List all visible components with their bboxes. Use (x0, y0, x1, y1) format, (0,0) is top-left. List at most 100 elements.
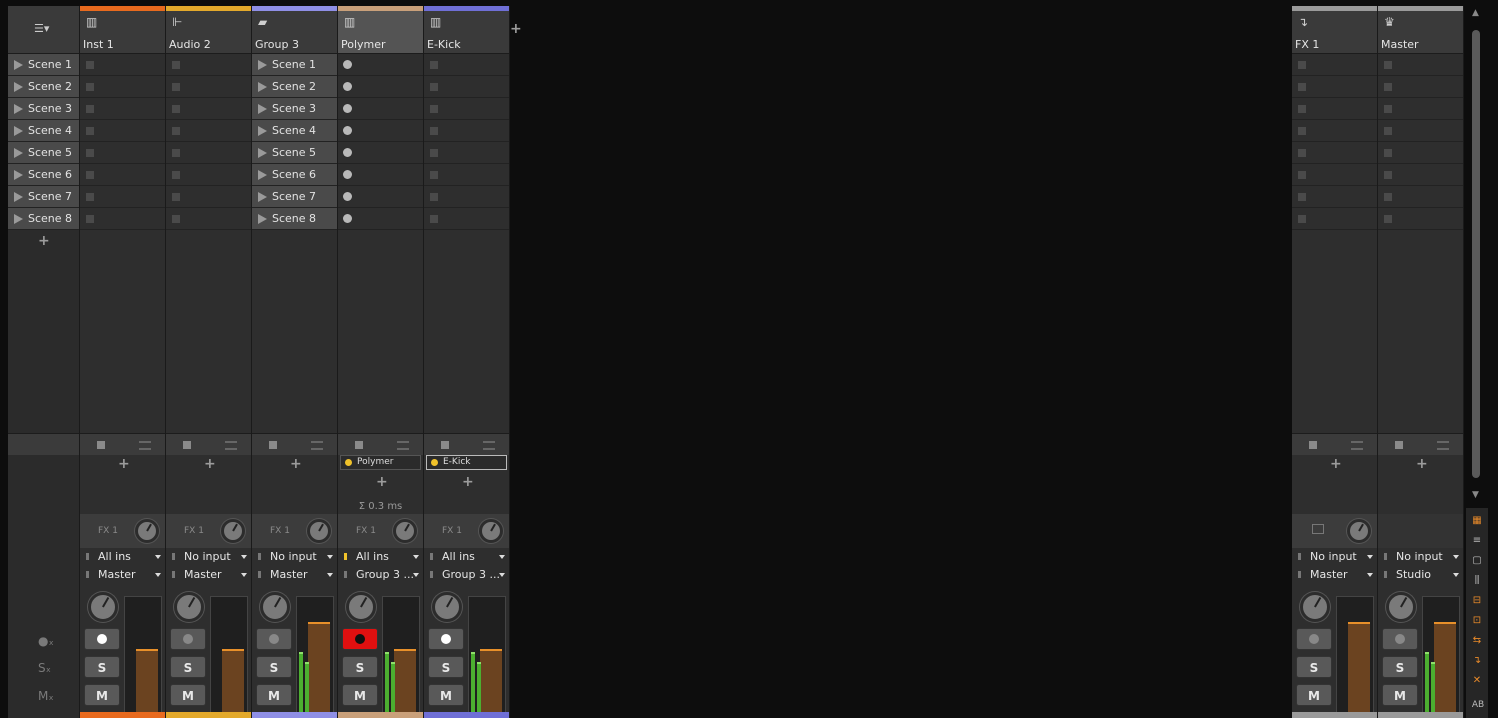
list-icon[interactable] (397, 441, 409, 450)
clip-slot[interactable] (1292, 120, 1377, 142)
scene-launch-6[interactable]: Scene 6 (8, 164, 79, 186)
clip-slot[interactable] (1378, 120, 1463, 142)
track-header[interactable]: ▥ Polymer (338, 6, 423, 54)
list-icon[interactable] (311, 441, 323, 450)
io-icon[interactable]: ⊟ (1471, 596, 1483, 606)
stop-slot-icon[interactable] (430, 61, 438, 69)
pan-knob[interactable] (346, 592, 376, 622)
stop-slot-icon[interactable] (86, 193, 94, 201)
stop-slot-icon[interactable] (172, 193, 180, 201)
clip-slot[interactable] (424, 98, 509, 120)
pan-knob[interactable] (260, 592, 290, 622)
stop-icon[interactable] (269, 441, 277, 449)
mute-button[interactable]: M (84, 684, 120, 706)
stop-slot-icon[interactable] (430, 105, 438, 113)
play-icon[interactable] (258, 126, 267, 136)
add-device-button[interactable]: + (462, 475, 474, 489)
record-arm-button[interactable] (1382, 628, 1418, 650)
send-knob[interactable] (135, 519, 159, 543)
add-track-button[interactable]: + (510, 22, 522, 36)
clip-slot[interactable] (1292, 98, 1377, 120)
play-icon[interactable] (258, 170, 267, 180)
record-arm-button[interactable] (170, 628, 206, 650)
scroll-thumb[interactable] (1472, 30, 1480, 478)
clip-slot[interactable] (166, 76, 251, 98)
clip-slot[interactable] (338, 164, 423, 186)
ab-icon[interactable]: AB (1471, 700, 1485, 710)
send-knob[interactable] (393, 519, 417, 543)
clear-fx-icon[interactable]: ●ₓ (38, 634, 54, 648)
record-slot-icon[interactable] (343, 214, 352, 223)
add-device-button[interactable]: + (1416, 457, 1428, 471)
send-knob[interactable] (479, 519, 503, 543)
volume-fader[interactable] (382, 596, 420, 713)
stop-slot-icon[interactable] (86, 127, 94, 135)
stop-slot-icon[interactable] (430, 193, 438, 201)
pan-knob[interactable] (1300, 592, 1330, 622)
input-selector[interactable]: All ins (82, 548, 163, 565)
mute-button[interactable]: M (1382, 684, 1418, 706)
solo-button[interactable]: S (428, 656, 464, 678)
play-icon[interactable] (258, 82, 267, 92)
play-icon[interactable] (14, 104, 23, 114)
clip-slot[interactable] (166, 98, 251, 120)
stop-icon[interactable] (97, 441, 105, 449)
close-icon[interactable]: ✕ (1471, 676, 1483, 686)
clip-slot[interactable] (166, 208, 251, 230)
clip-slot[interactable] (80, 186, 165, 208)
send-knob[interactable] (221, 519, 245, 543)
mute-button[interactable]: M (428, 684, 464, 706)
stop-icon[interactable] (1309, 441, 1317, 449)
solo-button[interactable]: S (342, 656, 378, 678)
clip-slot[interactable] (338, 98, 423, 120)
clip-slot[interactable] (338, 186, 423, 208)
input-selector[interactable]: All ins (340, 548, 421, 565)
track-header[interactable]: ▰ Group 3 (252, 6, 337, 54)
stop-icon[interactable] (1395, 441, 1403, 449)
record-arm-button[interactable] (428, 628, 464, 650)
solo-button[interactable]: S (170, 656, 206, 678)
volume-fader[interactable] (1336, 596, 1374, 713)
add-scene-button[interactable]: + (38, 234, 50, 248)
stop-icon[interactable] (441, 441, 449, 449)
mute-button[interactable]: M (1296, 684, 1332, 706)
mixer-icon[interactable]: ⫼ (1471, 576, 1483, 586)
stop-icon[interactable] (355, 441, 363, 449)
stop-slot-icon[interactable] (86, 215, 94, 223)
scene-launch-3[interactable]: Scene 3 (8, 98, 79, 120)
volume-fader[interactable] (468, 596, 506, 713)
scroll-up-icon[interactable]: ▲ (1472, 8, 1479, 18)
clip-slot[interactable] (1378, 208, 1463, 230)
clear-solo-button[interactable]: Sₓ (38, 661, 51, 675)
output-selector[interactable]: Master (254, 566, 335, 583)
clip-slot[interactable] (424, 76, 509, 98)
solo-button[interactable]: S (1382, 656, 1418, 678)
clip-slot[interactable] (1292, 142, 1377, 164)
clip-slot[interactable] (1378, 98, 1463, 120)
track-header[interactable]: ▥ E-Kick (424, 6, 509, 54)
output-selector[interactable]: Group 3 ... (426, 566, 507, 583)
stop-slot-icon[interactable] (1384, 61, 1392, 69)
clip-slot[interactable]: Scene 3 (252, 98, 337, 120)
stop-slot-icon[interactable] (86, 149, 94, 157)
clip-slot[interactable] (338, 76, 423, 98)
output-selector[interactable]: Master (82, 566, 163, 583)
list-icon[interactable] (1351, 441, 1363, 450)
send-knob[interactable] (307, 519, 331, 543)
clip-slot[interactable]: Scene 4 (252, 120, 337, 142)
vertical-scrollbar[interactable]: ▲ ▼ (1470, 8, 1482, 500)
output-selector[interactable]: Master (168, 566, 249, 583)
track-header[interactable]: ⊩ Audio 2 (166, 6, 251, 54)
stop-slot-icon[interactable] (172, 171, 180, 179)
clip-slot[interactable] (166, 54, 251, 76)
fx-icon[interactable]: ⊡ (1471, 616, 1483, 626)
clip-slot[interactable] (424, 164, 509, 186)
clip-slot[interactable]: Scene 8 (252, 208, 337, 230)
pan-knob[interactable] (432, 592, 462, 622)
play-icon[interactable] (258, 192, 267, 202)
stop-slot-icon[interactable] (1384, 83, 1392, 91)
pan-knob[interactable] (88, 592, 118, 622)
clip-slot[interactable] (1292, 76, 1377, 98)
clip-slot[interactable] (338, 54, 423, 76)
stop-slot-icon[interactable] (1298, 61, 1306, 69)
